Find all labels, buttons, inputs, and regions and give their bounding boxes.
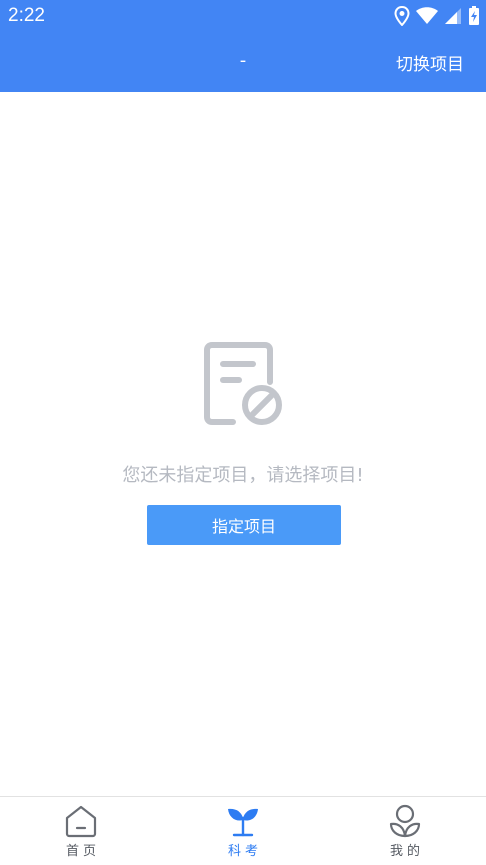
sprout-icon bbox=[228, 808, 258, 837]
nav-label-profile: 我的 bbox=[389, 844, 424, 859]
profile-leaf-icon bbox=[389, 804, 421, 838]
nav-item-profile[interactable]: 我的 bbox=[355, 797, 455, 865]
main-content bbox=[0, 92, 486, 796]
nav-label-home: 首页 bbox=[65, 844, 100, 859]
status-icons bbox=[394, 6, 480, 26]
signal-icon bbox=[445, 8, 461, 24]
header: 2:22 - 切换项目 bbox=[0, 0, 486, 92]
battery-charging-icon bbox=[469, 6, 479, 25]
location-icon bbox=[394, 6, 410, 26]
switch-project-button[interactable]: 切换项目 bbox=[396, 50, 464, 75]
nav-item-home[interactable]: 首页 bbox=[31, 797, 131, 865]
document-blocked-icon bbox=[204, 342, 282, 425]
nav-label-research: 科考 bbox=[227, 844, 262, 859]
empty-state-message: 您还未指定项目，请选择项目! bbox=[122, 465, 364, 486]
status-bar: 2:22 bbox=[0, 0, 486, 32]
status-time: 2:22 bbox=[8, 5, 45, 26]
assign-project-button[interactable]: 指定项目 bbox=[147, 505, 341, 545]
bottom-nav: 首页 科考 我的 bbox=[0, 796, 486, 864]
home-icon bbox=[65, 805, 97, 838]
nav-item-research[interactable]: 科考 bbox=[193, 797, 293, 865]
wifi-icon bbox=[416, 7, 438, 24]
